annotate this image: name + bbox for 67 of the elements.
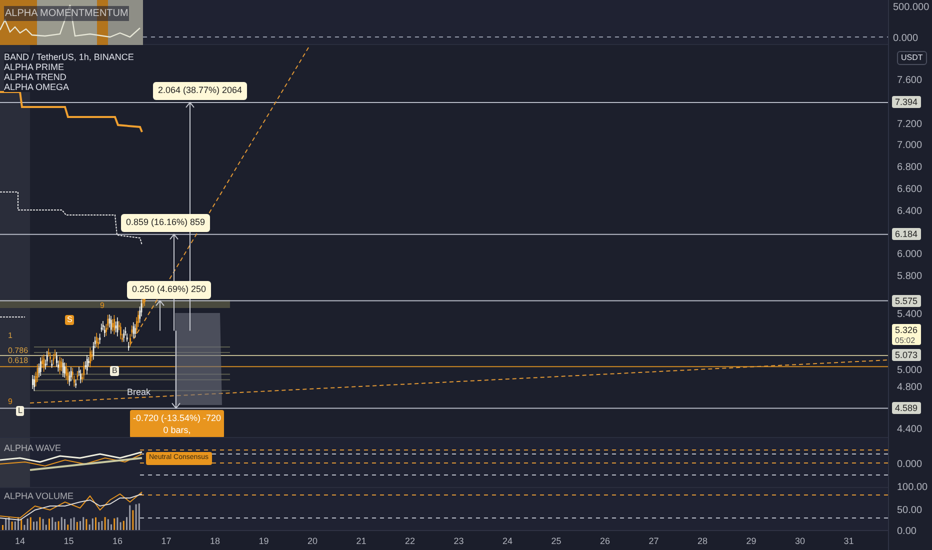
- indicator-name: ALPHA PRIME: [4, 62, 66, 72]
- axis-label: 6.000: [897, 248, 922, 262]
- price-value: 6.184: [895, 228, 918, 240]
- axis-label: 6.800: [897, 161, 922, 176]
- signal-marker: B: [110, 366, 120, 376]
- countdown: 05:02: [895, 336, 916, 345]
- axis-label: 5.000: [897, 364, 922, 378]
- time-label: 22: [404, 535, 416, 548]
- time-label: 28: [696, 535, 708, 548]
- axis-label: 5.800: [897, 270, 922, 284]
- time-label: 26: [598, 535, 611, 548]
- measure-value: -0.720 (-13.54%) -720: [132, 412, 222, 424]
- fib-label: 1: [8, 330, 12, 342]
- axis-label: 0.000: [893, 32, 918, 46]
- time-label: 21: [355, 535, 368, 548]
- currency-badge: USDT: [897, 51, 927, 65]
- time-label: 24: [501, 535, 514, 548]
- axis-label: 7.200: [897, 118, 922, 132]
- time-label: 23: [452, 535, 465, 548]
- break-label: Break: [127, 386, 151, 399]
- axis-label: 0.000: [897, 458, 922, 472]
- time-label: 17: [160, 535, 172, 548]
- trend-line: [0, 316, 26, 318]
- time-label: 15: [62, 535, 75, 548]
- axis-label: 100.00: [897, 481, 928, 495]
- axis-label: 500.000: [893, 1, 930, 15]
- signal-marker: 9: [100, 301, 104, 311]
- price-value: 7.394: [895, 96, 918, 108]
- time-label: 18: [208, 535, 221, 548]
- signal-marker: 9: [8, 397, 12, 407]
- price-value: 4.589: [895, 402, 918, 414]
- axis-label: 7.600: [897, 74, 922, 88]
- measure-label: 0.250 (4.69%) 250: [127, 281, 212, 298]
- axis-label: 0.00: [897, 525, 916, 539]
- time-label: 14: [14, 535, 26, 548]
- measure-label: 2.064 (38.77%) 2064: [153, 82, 248, 100]
- price-value: 5.575: [895, 294, 918, 307]
- time-label: 16: [111, 535, 124, 548]
- time-label: 30: [794, 535, 806, 548]
- time-label: 20: [306, 535, 318, 548]
- time-label: 29: [745, 535, 758, 548]
- axis-label: 4.800: [897, 381, 922, 396]
- measure-arrow: [156, 300, 164, 332]
- axis-label: 50.00: [897, 504, 922, 518]
- symbol-title: BAND / TetherUS, 1h, BINANCE: [4, 52, 134, 62]
- signal-marker: S: [65, 315, 74, 325]
- axis-label: 7.000: [897, 139, 922, 154]
- signal-marker: L: [16, 406, 24, 416]
- indicator-name: ALPHA TREND: [4, 72, 68, 82]
- time-label: 25: [550, 535, 562, 548]
- axis-label: 6.600: [897, 183, 922, 197]
- time-label: 27: [648, 535, 660, 548]
- axis-label: 4.400: [897, 422, 922, 437]
- time-label: 31: [842, 535, 855, 548]
- time-label: 19: [258, 535, 270, 548]
- fib-label: 0.786: [8, 345, 28, 357]
- axis-label: 5.400: [897, 308, 922, 322]
- pane-title: ALPHA MOMENTMENTUM: [4, 6, 130, 21]
- fib-label: 0.618: [8, 355, 28, 367]
- measure-label: 0.859 (16.16%) 859: [121, 214, 210, 232]
- price-value: 5.326: [895, 324, 918, 336]
- axis-label: 6.400: [897, 204, 922, 219]
- indicator-name: ALPHA OMEGA: [4, 82, 70, 92]
- pane-title: ALPHA VOLUME: [4, 490, 74, 503]
- pane-title: ALPHA WAVE: [4, 442, 62, 455]
- price-value: 5.073: [895, 349, 918, 362]
- measure-bars: 0 bars,: [163, 424, 191, 436]
